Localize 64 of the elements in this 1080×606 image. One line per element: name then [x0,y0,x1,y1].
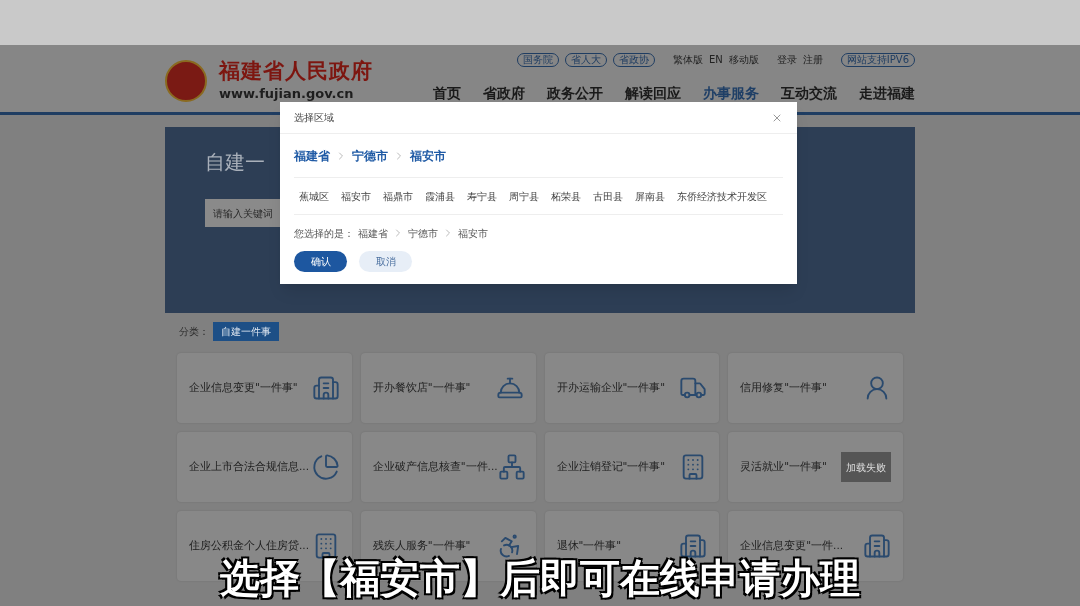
header-link[interactable]: 注册 [802,55,823,65]
service-card[interactable]: 灵活就业"一件事" 加载失败 [728,432,903,502]
nav-tab[interactable]: 解读回应 [625,83,681,104]
service-title: 企业信息变更"一件事" [189,380,298,396]
category-label: 分类： [179,325,209,339]
service-title: 企业破产信息核查"一件... [372,459,498,475]
service-title: 企业注销登记"一件事" [556,459,666,475]
service-title: 开办餐饮店"一件事" [372,380,471,396]
service-title: 退休"一件事" [556,538,622,554]
service-card[interactable]: 企业注销登记"一件事" [544,432,720,502]
building-icon [863,532,891,560]
district-option[interactable]: 柘荣县 [551,188,581,204]
service-title: 企业信息变更"一件... [740,538,844,554]
network-icon [497,453,526,481]
district-option[interactable]: 寿宁县 [467,188,497,204]
district-option[interactable]: 周宁县 [509,188,539,204]
selection-path-item: 宁德市 [408,226,438,241]
service-title: 残疾人服务"一件事" [372,538,471,554]
building-icon [679,532,708,560]
dialog-title: 选择区域 [294,111,334,125]
district-option[interactable]: 东侨经济技术开发区 [677,188,767,204]
district-option[interactable]: 蕉城区 [299,188,329,204]
building-icon [311,374,340,402]
district-option[interactable]: 屏南县 [635,188,665,204]
nav-tab[interactable]: 走进福建 [859,83,915,104]
banner-title: 自建一 [205,149,265,176]
breadcrumb-link[interactable]: 宁德市 [352,146,388,165]
nav-tab[interactable]: 省政府 [483,83,525,104]
header-link[interactable]: 繁体版 [673,55,703,65]
emblem-icon [165,59,207,102]
district-option[interactable]: 福鼎市 [383,188,413,204]
service-card[interactable]: 企业上市合法合规信息... [177,432,352,502]
site-name: 福建省人民政府 [219,57,374,84]
selection-path-item: 福安市 [458,226,488,241]
header-link[interactable]: 移动版 [728,55,759,65]
selection-path-item: 福建省 [358,226,388,241]
service-card[interactable]: 开办运输企业"一件事" [544,353,720,423]
service-title: 企业上市合法合规信息... [189,459,309,475]
nav-tab[interactable]: 办事服务 [703,83,759,104]
service-title: 开办运输企业"一件事" [556,380,666,396]
service-card[interactable]: 企业信息变更"一件事" [177,353,352,423]
header-link[interactable]: EN [709,55,723,65]
breadcrumb-link[interactable]: 福建省 [294,146,330,165]
breadcrumb-link[interactable]: 福安市 [410,146,446,165]
cancel-button[interactable]: 取消 [359,251,412,272]
confirm-button[interactable]: 确认 [294,251,347,272]
load-failed-text: 加载失败 [846,460,886,475]
nav-tab[interactable]: 政务公开 [547,83,603,104]
header-link[interactable]: 登录 [776,55,797,65]
site-domain: www.fujian.gov.cn [219,84,355,103]
district-option[interactable]: 霞浦县 [425,188,455,204]
service-title: 住房公积金个人住房贷... [189,538,309,554]
selection-label: 您选择的是： [294,226,354,241]
district-option[interactable]: 古田县 [593,188,623,204]
service-card[interactable]: 信用修复"一件事" [728,353,903,423]
nav-tab[interactable]: 互动交流 [781,83,837,104]
service-card[interactable]: 企业破产信息核查"一件... [360,432,536,502]
service-card[interactable]: 开办餐饮店"一件事" [360,353,536,423]
service-title: 灵活就业"一件事" [740,459,827,475]
service-title: 信用修复"一件事" [740,380,827,396]
district-option[interactable]: 福安市 [341,188,371,204]
nav-tab[interactable]: 首页 [433,83,461,104]
category-tag[interactable]: 自建一件事 [213,322,279,341]
pie-chart-icon [311,453,340,481]
